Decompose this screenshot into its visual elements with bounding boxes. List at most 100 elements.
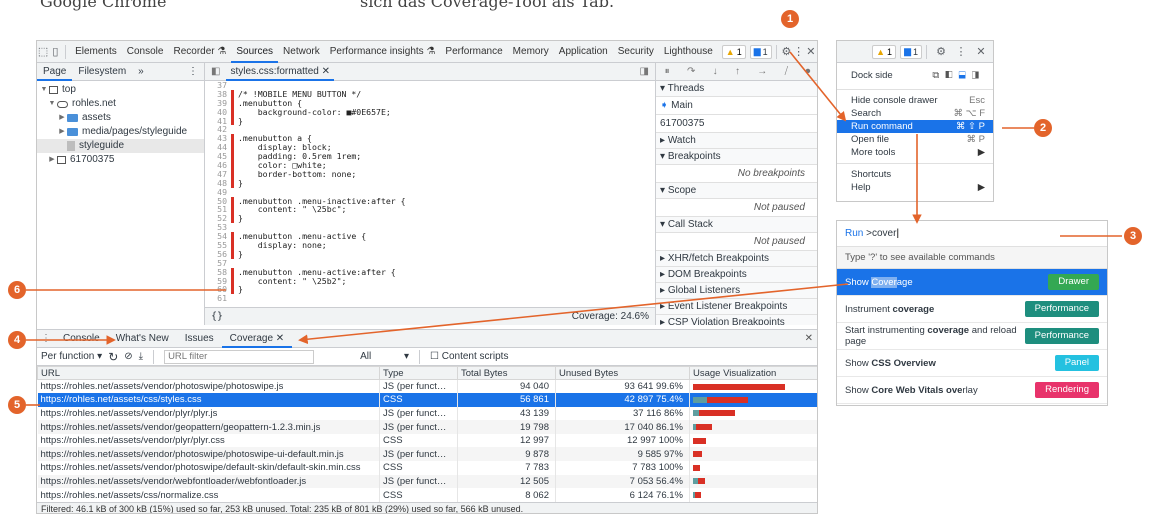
thread-id[interactable]: 61700375 <box>656 115 817 133</box>
tab-filesystem[interactable]: Filesystem <box>72 63 132 81</box>
tree-item-frame[interactable]: ▶ 61700375 <box>37 153 204 167</box>
code-line[interactable]: 48} <box>205 178 655 188</box>
event-listener-breakpoints-header[interactable]: ▸ Event Listener Breakpoints <box>656 299 817 315</box>
content-scripts-checkbox[interactable]: ☐ Content scripts <box>430 351 508 362</box>
close-drawer-icon[interactable]: ✕ <box>805 333 817 344</box>
step-icon[interactable]: → <box>757 66 767 77</box>
step-out-icon[interactable]: ↑ <box>735 66 740 77</box>
drawer-tab-whats-new[interactable]: What's New <box>108 330 177 348</box>
gear-icon[interactable]: ⚙ <box>931 42 951 62</box>
table-row[interactable]: https://rohles.net/assets/vendor/geopatt… <box>37 420 817 434</box>
tab-performance-insights[interactable]: Performance insights ⚗ <box>325 41 441 63</box>
command-item[interactable]: Start instrumenting coverage and reload … <box>837 323 1107 350</box>
dock-left-icon[interactable]: ◧ <box>945 70 958 81</box>
gear-icon[interactable]: ⚙ <box>780 42 792 62</box>
tab-sources[interactable]: Sources <box>231 41 279 63</box>
drawer-tab-issues[interactable]: Issues <box>177 330 222 348</box>
tab-application[interactable]: Application <box>554 41 613 63</box>
menu-item-run-command[interactable]: Run command ⌘ ⇧ P <box>837 120 993 133</box>
navigator-menu-icon[interactable]: ⋮ <box>188 66 204 77</box>
xhr-breakpoints-header[interactable]: ▸ XHR/fetch Breakpoints <box>656 251 817 267</box>
table-row[interactable]: https://rohles.net/assets/css/styles.css… <box>37 393 817 407</box>
csp-breakpoints-header[interactable]: ▸ CSP Violation Breakpoints <box>656 315 817 325</box>
code-line[interactable]: 51 content: " \25bc"; <box>205 205 655 215</box>
column-type[interactable]: Type <box>379 366 458 380</box>
url-filter-input[interactable]: URL filter <box>164 349 315 364</box>
column-usage-visualization[interactable]: Usage Visualization <box>689 366 817 380</box>
warnings-badge[interactable]: ▲ 1 <box>872 44 897 59</box>
tab-security[interactable]: Security <box>613 41 659 63</box>
code-line[interactable]: 40 background-color: ■#0E657E; <box>205 107 655 117</box>
line-number[interactable]: 61 <box>205 294 231 303</box>
kebab-menu-icon[interactable]: ⋮ <box>951 42 971 62</box>
menu-item-more-tools[interactable]: More tools ▶ <box>837 146 993 159</box>
undock-icon[interactable]: ⧉ <box>932 70 945 81</box>
dom-breakpoints-header[interactable]: ▸ DOM Breakpoints <box>656 267 817 283</box>
pause-icon[interactable]: ⏸ <box>665 66 670 77</box>
tree-item-media[interactable]: ▶ media/pages/styleguide <box>37 125 204 139</box>
toggle-debugger-icon[interactable]: ◨ <box>640 66 655 77</box>
tab-lighthouse[interactable]: Lighthouse <box>659 41 718 63</box>
per-function-select[interactable]: Per function ▾ <box>41 351 102 362</box>
command-item[interactable]: Show CSS Overview Panel <box>837 350 1107 377</box>
pretty-print-button[interactable]: {} <box>211 311 223 322</box>
issues-badge[interactable]: ▆ 1 <box>749 44 772 59</box>
close-icon[interactable]: ✕ <box>322 66 330 77</box>
menu-item-hide-console-drawer[interactable]: Hide console drawer Esc <box>837 94 993 107</box>
device-toggle-icon[interactable]: ▯ <box>49 42 61 62</box>
tab-network[interactable]: Network <box>278 41 325 63</box>
menu-item-shortcuts[interactable]: Shortcuts <box>837 168 993 181</box>
close-icon[interactable]: ✕ <box>805 42 817 62</box>
table-row[interactable]: https://rohles.net/assets/vendor/plyr/pl… <box>37 406 817 421</box>
tab-memory[interactable]: Memory <box>508 41 554 63</box>
command-input[interactable]: Run >cover| <box>837 221 1107 247</box>
table-row[interactable]: https://rohles.net/assets/vendor/photosw… <box>37 379 817 394</box>
tab-performance[interactable]: Performance <box>440 41 507 63</box>
thread-main[interactable]: ➧ Main <box>656 97 817 115</box>
command-item[interactable]: Instrument coverage Performance <box>837 296 1107 323</box>
code-line[interactable]: 60} <box>205 285 655 295</box>
scope-header[interactable]: ▾ Scope <box>656 183 817 199</box>
issues-badge[interactable]: ▆ 1 <box>900 44 922 59</box>
code-line[interactable]: 52} <box>205 214 655 224</box>
code-lines[interactable]: 37 38/* !MOBILE MENU BUTTON */39 .menubutt… <box>205 81 655 307</box>
toggle-navigator-icon[interactable]: ◧ <box>205 66 226 77</box>
table-row[interactable]: https://rohles.net/assets/vendor/plyr/pl… <box>37 433 817 448</box>
column-unused-bytes[interactable]: Unused Bytes <box>555 366 690 380</box>
table-row[interactable]: https://rohles.net/assets/vendor/webfont… <box>37 474 817 489</box>
table-row[interactable]: https://rohles.net/assets/css/normalize.… <box>37 488 817 502</box>
kebab-menu-icon[interactable]: ⋮ <box>793 42 805 62</box>
command-item[interactable]: Show Core Web Vitals overlay Rendering <box>837 377 1107 404</box>
menu-item-open-file[interactable]: Open file ⌘ P <box>837 133 993 146</box>
clear-icon[interactable]: ⊘ <box>124 351 132 362</box>
global-listeners-header[interactable]: ▸ Global Listeners <box>656 283 817 299</box>
drawer-menu-icon[interactable]: ⋮ <box>37 330 55 348</box>
editor-tab-styles[interactable]: styles.css:formatted ✕ <box>226 63 334 81</box>
table-row[interactable]: https://rohles.net/assets/vendor/photosw… <box>37 461 817 475</box>
tree-item-top[interactable]: ▼ top <box>37 83 204 97</box>
inspect-element-icon[interactable]: ⬚ <box>37 42 49 62</box>
column-total-bytes[interactable]: Total Bytes <box>457 366 556 380</box>
step-over-icon[interactable]: ↷ <box>687 66 695 77</box>
tree-item-styleguide[interactable]: styleguide <box>37 139 204 153</box>
deactivate-breakpoints-icon[interactable]: ⧸ <box>785 66 788 77</box>
watch-header[interactable]: ▸ Watch <box>656 133 817 149</box>
drawer-tab-console[interactable]: Console <box>55 330 108 348</box>
code-line[interactable]: 41} <box>205 116 655 126</box>
warnings-badge[interactable]: ▲ 1 <box>721 44 746 59</box>
code-line[interactable]: 47 border-bottom: none; <box>205 170 655 179</box>
tab-elements[interactable]: Elements <box>70 41 122 63</box>
code-line[interactable]: 56} <box>205 250 655 259</box>
tree-item-assets[interactable]: ▶ assets <box>37 111 204 125</box>
table-row[interactable]: https://rohles.net/assets/vendor/photosw… <box>37 447 817 462</box>
threads-header[interactable]: ▾ Threads <box>656 81 817 97</box>
menu-item-help[interactable]: Help ▶ <box>837 181 993 194</box>
dock-bottom-icon[interactable]: ⬓ <box>958 70 971 81</box>
code-line[interactable]: 59 content: " \25b2"; <box>205 276 655 286</box>
call-stack-header[interactable]: ▾ Call Stack <box>656 217 817 233</box>
type-filter-select[interactable]: All ▾ <box>360 351 409 362</box>
export-icon[interactable]: ⤓ <box>139 351 143 362</box>
tree-item-domain[interactable]: ▼ rohles.net <box>37 97 204 111</box>
tab-console[interactable]: Console <box>122 41 169 63</box>
close-icon[interactable]: ✕ <box>276 333 284 344</box>
